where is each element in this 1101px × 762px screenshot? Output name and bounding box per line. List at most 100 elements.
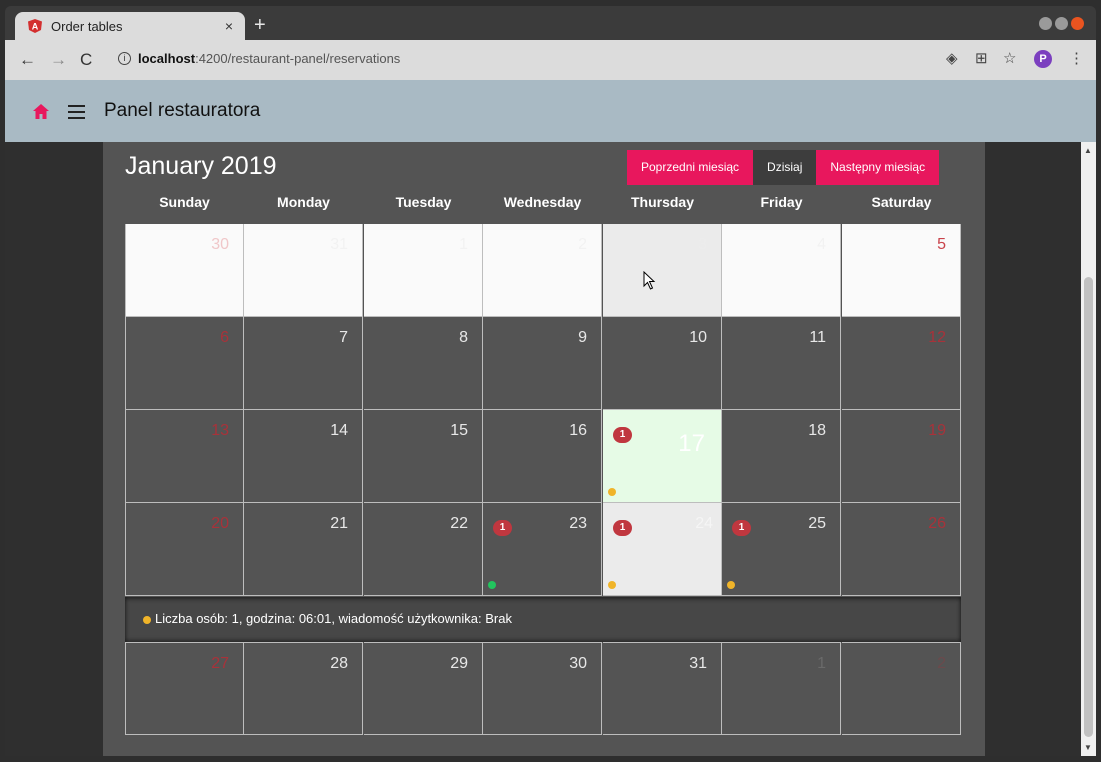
calendar-day-cell[interactable]: 8: [364, 317, 483, 410]
calendar-day-cell[interactable]: 3: [603, 224, 722, 317]
calendar-day-cell[interactable]: 29: [364, 642, 483, 735]
svg-text:A: A: [32, 22, 39, 32]
calendar-day-cell[interactable]: 23 1: [483, 503, 602, 596]
new-tab-button[interactable]: +: [254, 14, 266, 37]
day-number: 13: [211, 422, 229, 439]
translate-icon[interactable]: ⊞: [975, 49, 988, 67]
calendar-day-cell[interactable]: 18: [722, 410, 841, 503]
calendar-day-cell[interactable]: 12: [842, 317, 961, 410]
menu-icon[interactable]: [68, 105, 85, 123]
day-number: 15: [450, 422, 468, 439]
day-number: 3: [698, 236, 707, 253]
calendar-day-cell[interactable]: 21: [244, 503, 363, 596]
today-button[interactable]: Dzisiaj: [753, 150, 817, 185]
cursor-icon: [643, 271, 656, 290]
maximize-button[interactable]: [1055, 17, 1068, 30]
calendar-day-cell[interactable]: 20: [125, 503, 244, 596]
main-content: January 2019 Poprzedni miesiąc Dzisiaj N…: [5, 142, 1081, 756]
reload-icon[interactable]: C: [80, 50, 92, 70]
calendar-day-cell[interactable]: 2: [483, 224, 602, 317]
calendar-day-cell[interactable]: 7: [244, 317, 363, 410]
calendar-day-cell[interactable]: 1: [722, 642, 841, 735]
tab-order-tables[interactable]: A Order tables ×: [15, 12, 245, 40]
calendar-day-cell[interactable]: 13: [125, 410, 244, 503]
page-scrollbar[interactable]: ▲ ▼: [1081, 142, 1096, 756]
angular-icon: A: [28, 19, 42, 33]
calendar-day-cell[interactable]: 24 1: [603, 503, 722, 596]
calendar-day-cell[interactable]: 31: [603, 642, 722, 735]
day-number: 7: [339, 329, 348, 346]
calendar-day-cell[interactable]: 30: [483, 642, 602, 735]
tab-title: Order tables: [51, 18, 123, 34]
day-number: 16: [569, 422, 587, 439]
calendar-day-cell[interactable]: 1: [364, 224, 483, 317]
day-number: 31: [689, 655, 707, 672]
scroll-thumb[interactable]: [1084, 277, 1093, 737]
day-number: 9: [578, 329, 587, 346]
reservation-dot: [608, 581, 616, 589]
calendar-day-cell[interactable]: 2: [842, 642, 961, 735]
calendar-day-cell[interactable]: 19: [842, 410, 961, 503]
reservation-count-badge: 1: [493, 520, 512, 536]
weekday-header: Wednesday: [503, 194, 582, 210]
reservation-dot: [488, 581, 496, 589]
calendar-day-cell[interactable]: 26: [842, 503, 961, 596]
previous-month-button[interactable]: Poprzedni miesiąc: [627, 150, 754, 185]
calendar-day-cell[interactable]: 27: [125, 642, 244, 735]
close-window-button[interactable]: [1071, 17, 1084, 30]
calendar-day-cell[interactable]: 22: [364, 503, 483, 596]
day-number: 21: [330, 515, 348, 532]
weekday-header: Sunday: [159, 194, 210, 210]
day-number: 27: [211, 655, 229, 672]
calendar-day-cell[interactable]: 9: [483, 317, 602, 410]
reservation-detail[interactable]: Liczba osób: 1, godzina: 06:01, wiadomoś…: [125, 597, 961, 642]
calendar-day-cell[interactable]: 14: [244, 410, 363, 503]
url-field[interactable]: localhost:4200/restaurant-panel/reservat…: [138, 51, 400, 66]
avatar[interactable]: P: [1034, 50, 1052, 68]
kebab-icon[interactable]: ⋮: [1069, 49, 1084, 67]
month-nav: Poprzedni miesiąc Dzisiaj Następny miesi…: [627, 150, 940, 185]
calendar-day-cell[interactable]: 6: [125, 317, 244, 410]
day-number: 30: [211, 236, 229, 253]
app-title: Panel restauratora: [104, 100, 261, 121]
day-number: 23: [569, 515, 587, 532]
star-icon[interactable]: ☆: [1003, 49, 1016, 67]
location-icon[interactable]: ◈: [946, 49, 958, 67]
calendar-day-cell[interactable]: 10: [603, 317, 722, 410]
day-number: 30: [569, 655, 587, 672]
day-number: 20: [211, 515, 229, 532]
day-number: 6: [220, 329, 229, 346]
scroll-down-icon[interactable]: ▼: [1084, 743, 1092, 752]
month-title: January 2019: [125, 152, 277, 180]
day-number: 28: [330, 655, 348, 672]
home-icon[interactable]: [33, 104, 49, 119]
day-number: 12: [928, 329, 946, 346]
calendar-day-cell[interactable]: 31: [244, 224, 363, 317]
calendar-day-cell[interactable]: 15: [364, 410, 483, 503]
reservation-status-dot: [143, 616, 151, 624]
calendar-day-cell[interactable]: 28: [244, 642, 363, 735]
tab-close-icon[interactable]: ×: [225, 18, 233, 34]
forward-icon[interactable]: →: [50, 50, 67, 70]
day-number: 1: [817, 655, 826, 672]
info-icon[interactable]: i: [118, 52, 131, 65]
back-icon[interactable]: ←: [19, 50, 36, 70]
next-month-button[interactable]: Następny miesiąc: [816, 150, 940, 185]
calendar-day-cell[interactable]: 25 1: [722, 503, 841, 596]
weekday-header: Thursday: [630, 194, 694, 210]
scroll-up-icon[interactable]: ▲: [1084, 146, 1092, 155]
reservation-dot: [727, 581, 735, 589]
day-number: 10: [689, 329, 707, 346]
calendar-day-cell[interactable]: 30: [125, 224, 244, 317]
weekday-header: Monday: [277, 194, 330, 210]
calendar-panel: January 2019 Poprzedni miesiąc Dzisiaj N…: [103, 142, 985, 756]
minimize-button[interactable]: [1039, 17, 1052, 30]
calendar-day-cell[interactable]: 4: [722, 224, 841, 317]
day-number: 14: [330, 422, 348, 439]
calendar-day-cell[interactable]: 17 1: [603, 410, 722, 503]
reservation-count-badge: 1: [732, 520, 751, 536]
calendar-day-cell[interactable]: 5: [842, 224, 961, 317]
calendar-day-cell[interactable]: 16: [483, 410, 602, 503]
calendar-day-cell[interactable]: 11: [722, 317, 841, 410]
reservation-dot: [608, 488, 616, 496]
